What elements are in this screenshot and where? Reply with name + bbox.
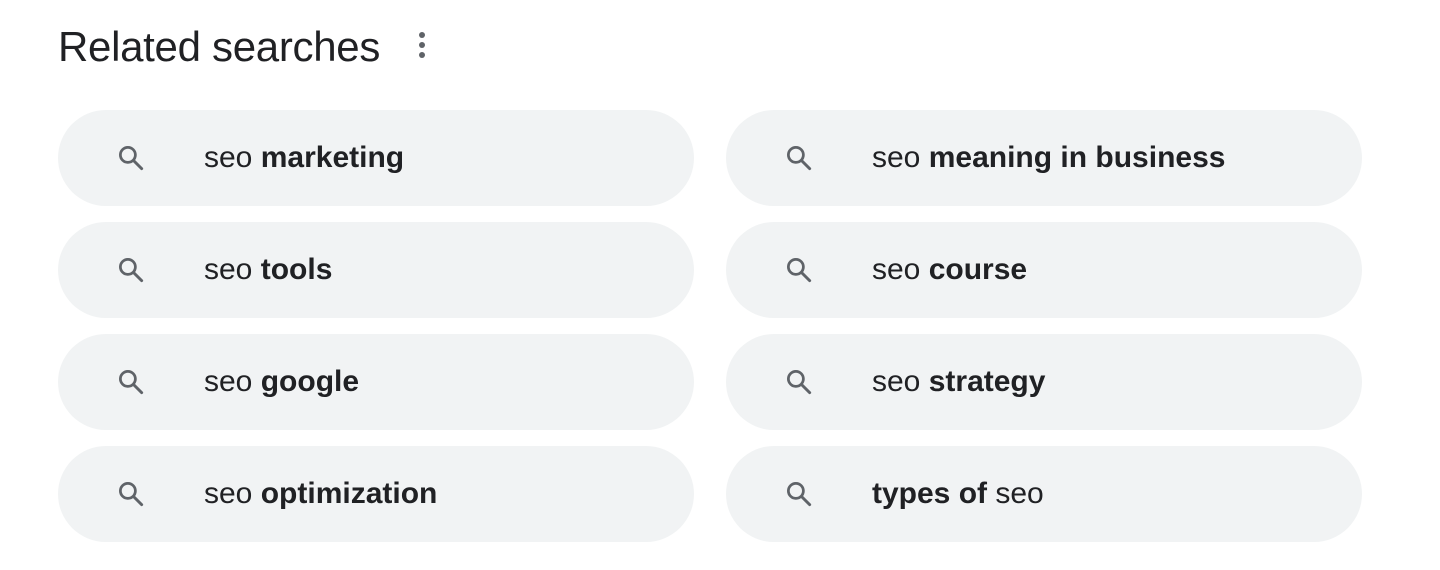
chip-label: seo meaning in business xyxy=(872,141,1225,175)
query-part: google xyxy=(260,365,360,398)
search-icon xyxy=(784,143,814,173)
query-part: meaning in business xyxy=(928,141,1226,174)
query-part: course xyxy=(928,253,1028,286)
query-part: seo xyxy=(204,141,261,174)
search-icon xyxy=(116,255,146,285)
query-part: seo xyxy=(872,253,929,286)
chip-label: seo marketing xyxy=(204,141,404,175)
search-icon xyxy=(784,367,814,397)
related-searches-header: Related searches xyxy=(58,18,436,76)
search-icon xyxy=(116,367,146,397)
query-part: seo xyxy=(872,141,929,174)
query-part: seo xyxy=(204,365,261,398)
more-vert-icon xyxy=(418,31,426,64)
related-searches-grid: seo marketing seo meaning in business se… xyxy=(58,110,1362,542)
chip-label: types of seo xyxy=(872,477,1044,511)
related-search-chip[interactable]: seo meaning in business xyxy=(726,110,1362,206)
related-search-chip[interactable]: seo strategy xyxy=(726,334,1362,430)
related-search-chip[interactable]: seo marketing xyxy=(58,110,694,206)
related-search-chip[interactable]: seo google xyxy=(58,334,694,430)
search-icon xyxy=(784,255,814,285)
chip-label: seo tools xyxy=(204,253,332,287)
chip-label: seo course xyxy=(872,253,1027,287)
chip-label: seo google xyxy=(204,365,359,399)
query-part: seo xyxy=(204,477,261,510)
related-search-chip[interactable]: seo tools xyxy=(58,222,694,318)
related-search-chip[interactable]: types of seo xyxy=(726,446,1362,542)
related-search-chip[interactable]: seo optimization xyxy=(58,446,694,542)
more-options-button[interactable] xyxy=(408,25,436,69)
query-part: types of xyxy=(872,477,988,510)
related-search-chip[interactable]: seo course xyxy=(726,222,1362,318)
query-part: seo xyxy=(987,477,1044,510)
query-part: marketing xyxy=(260,141,405,174)
query-part: tools xyxy=(260,253,333,286)
query-part: seo xyxy=(872,365,929,398)
query-part: seo xyxy=(204,253,261,286)
query-part: optimization xyxy=(260,477,438,510)
query-part: strategy xyxy=(928,365,1046,398)
search-icon xyxy=(116,143,146,173)
search-icon xyxy=(116,479,146,509)
chip-label: seo optimization xyxy=(204,477,437,511)
section-title: Related searches xyxy=(58,23,381,70)
search-icon xyxy=(784,479,814,509)
chip-label: seo strategy xyxy=(872,365,1045,399)
